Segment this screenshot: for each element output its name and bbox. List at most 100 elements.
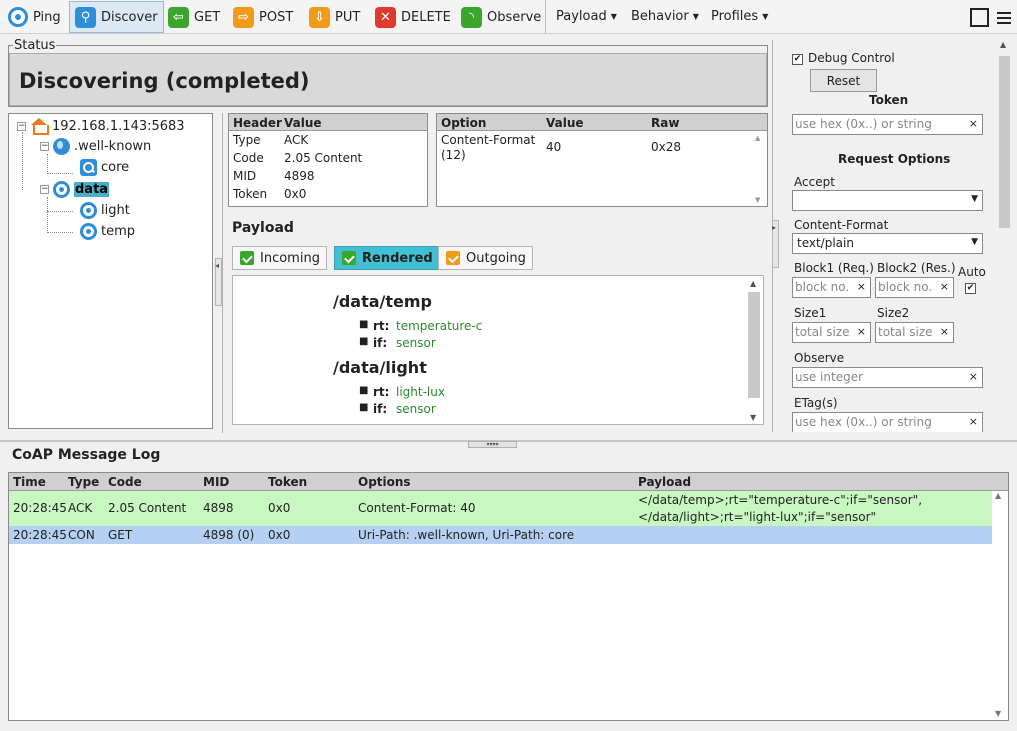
table-row[interactable]: 20:28:45 ACK 2.05 Content 4898 0x0 Conte… bbox=[9, 491, 992, 526]
column-header: Header bbox=[233, 116, 282, 130]
log-scrollbar[interactable]: ▲ ▼ bbox=[992, 491, 1006, 718]
get-button[interactable]: ⇦ GET bbox=[163, 1, 225, 33]
rendered-tab[interactable]: Rendered bbox=[334, 246, 440, 270]
accept-select[interactable]: ▼ bbox=[792, 190, 983, 211]
outgoing-icon bbox=[446, 251, 460, 265]
attr-value: light-lux bbox=[396, 385, 445, 399]
header-name: Type bbox=[233, 133, 261, 147]
request-panel-scrollbar[interactable]: ▲ bbox=[997, 40, 1011, 432]
rendered-icon bbox=[342, 251, 356, 265]
tree-label-well-known: .well-known bbox=[74, 139, 152, 154]
table-row[interactable]: 20:28:45 CON GET 4898 (0) 0x0 Uri-Path: … bbox=[9, 526, 992, 544]
payload-menu[interactable]: Payload ▼ bbox=[556, 9, 617, 24]
outgoing-tab[interactable]: Outgoing bbox=[438, 246, 533, 270]
post-label: POST bbox=[259, 9, 294, 25]
request-options-panel: ✔ Debug Control Reset Token use hex (0x.… bbox=[785, 40, 995, 432]
etag-input[interactable]: use hex (0x..) or string × bbox=[792, 412, 983, 432]
option-scrollbar[interactable]: ▲ ▼ bbox=[753, 132, 765, 204]
scroll-thumb[interactable] bbox=[748, 292, 760, 398]
profiles-menu-label: Profiles bbox=[711, 9, 759, 24]
clear-icon[interactable]: × bbox=[969, 370, 978, 383]
tree-connector bbox=[47, 154, 48, 172]
block1-label: Block1 (Req.) bbox=[794, 261, 874, 275]
block1-input[interactable]: block no. × bbox=[792, 277, 871, 298]
tree-node-data[interactable]: − data bbox=[40, 181, 110, 198]
scroll-down-icon[interactable]: ▼ bbox=[995, 709, 1001, 718]
scroll-down-icon[interactable]: ▼ bbox=[755, 196, 760, 204]
post-arrow-right-icon: ⇨ bbox=[233, 6, 254, 28]
log-title: CoAP Message Log bbox=[12, 447, 161, 463]
observe-label: Observe bbox=[794, 351, 845, 365]
option-table: Option Value Raw Content-Format (12) 40 … bbox=[436, 113, 768, 207]
get-label: GET bbox=[194, 9, 221, 25]
column-header: Code bbox=[108, 475, 142, 489]
clear-icon[interactable]: × bbox=[940, 280, 949, 293]
header-value: ACK bbox=[284, 133, 309, 147]
clear-icon[interactable]: × bbox=[969, 117, 978, 130]
block2-input[interactable]: block no. × bbox=[875, 277, 954, 298]
collapse-toggle-icon[interactable]: − bbox=[40, 142, 49, 151]
attr-value: temperature-c bbox=[396, 319, 483, 333]
log-splitter-handle[interactable]: ▾▾▾▾ bbox=[468, 441, 517, 448]
scroll-thumb[interactable] bbox=[999, 56, 1010, 228]
size1-input[interactable]: total size × bbox=[792, 322, 871, 343]
window-maximize-icon[interactable] bbox=[970, 8, 989, 27]
observe-input[interactable]: use integer × bbox=[792, 367, 983, 388]
table-row: Content-Format (12) 40 0x28 bbox=[437, 131, 767, 165]
tree-connector bbox=[47, 232, 73, 233]
tree-label-root: 192.168.1.143:5683 bbox=[52, 118, 185, 134]
bullet-icon: ■ bbox=[359, 402, 369, 413]
debug-control-checkbox[interactable]: ✔ bbox=[792, 54, 803, 65]
header-name: MID bbox=[233, 169, 257, 183]
observe-button[interactable]: ◝ Observe bbox=[456, 1, 546, 33]
put-button[interactable]: ⇩ PUT bbox=[304, 1, 365, 33]
scroll-up-icon[interactable]: ▲ bbox=[750, 279, 756, 288]
log-options: Uri-Path: .well-known, Uri-Path: core bbox=[358, 528, 575, 542]
ping-button[interactable]: Ping bbox=[3, 1, 66, 33]
rendered-tab-label: Rendered bbox=[362, 250, 433, 266]
log-type: ACK bbox=[68, 501, 93, 515]
payload-menu-label: Payload bbox=[556, 9, 607, 24]
size2-input[interactable]: total size × bbox=[875, 322, 954, 343]
scroll-down-icon[interactable]: ▼ bbox=[750, 413, 756, 422]
token-input[interactable]: use hex (0x..) or string × bbox=[792, 114, 983, 135]
scroll-up-icon[interactable]: ▲ bbox=[755, 134, 760, 142]
collapse-toggle-icon[interactable]: − bbox=[17, 121, 26, 131]
ping-icon bbox=[8, 7, 28, 27]
left-splitter-handle[interactable] bbox=[215, 258, 222, 306]
globe-icon bbox=[53, 138, 70, 155]
behavior-menu[interactable]: Behavior ▼ bbox=[631, 9, 699, 24]
header-value: 2.05 Content bbox=[284, 151, 363, 165]
auto-checkbox[interactable]: ✔ bbox=[965, 283, 976, 294]
table-row: Code 2.05 Content bbox=[229, 149, 427, 167]
table-row: Type ACK bbox=[229, 131, 427, 149]
tree-node-well-known[interactable]: − .well-known bbox=[40, 138, 151, 155]
log-mid: 4898 bbox=[203, 501, 234, 515]
toolbar: Ping ⚲ Discover ⇦ GET ⇨ POST ⇩ PUT ✕ DEL… bbox=[0, 0, 1017, 34]
size2-label: Size2 bbox=[877, 306, 910, 320]
log-options: Content-Format: 40 bbox=[358, 501, 476, 515]
delete-button[interactable]: ✕ DELETE bbox=[370, 1, 456, 33]
clear-icon[interactable]: × bbox=[940, 325, 949, 338]
column-header: Value bbox=[284, 116, 322, 130]
reset-button[interactable]: Reset bbox=[810, 69, 877, 92]
tree-node-temp[interactable]: temp bbox=[80, 223, 135, 240]
scroll-up-icon[interactable]: ▲ bbox=[1000, 40, 1006, 49]
discover-button[interactable]: ⚲ Discover bbox=[69, 1, 164, 33]
payload-scrollbar[interactable]: ▲ ▼ bbox=[747, 278, 761, 422]
incoming-icon bbox=[240, 251, 254, 265]
profiles-menu[interactable]: Profiles ▼ bbox=[711, 9, 768, 24]
clear-icon[interactable]: × bbox=[969, 415, 978, 428]
tree-node-core[interactable]: core bbox=[80, 159, 129, 176]
clear-icon[interactable]: × bbox=[857, 325, 866, 338]
incoming-tab[interactable]: Incoming bbox=[232, 246, 327, 270]
tree-node-light[interactable]: light bbox=[80, 202, 130, 219]
hamburger-menu-icon[interactable] bbox=[997, 9, 1011, 25]
tree-node-root[interactable]: − 192.168.1.143:5683 bbox=[17, 118, 185, 135]
clear-icon[interactable]: × bbox=[857, 280, 866, 293]
content-format-select[interactable]: text/plain ▼ bbox=[792, 233, 983, 254]
post-button[interactable]: ⇨ POST bbox=[228, 1, 298, 33]
scroll-up-icon[interactable]: ▲ bbox=[995, 491, 1001, 500]
right-splitter-handle[interactable] bbox=[772, 220, 779, 268]
collapse-toggle-icon[interactable]: − bbox=[40, 185, 49, 194]
